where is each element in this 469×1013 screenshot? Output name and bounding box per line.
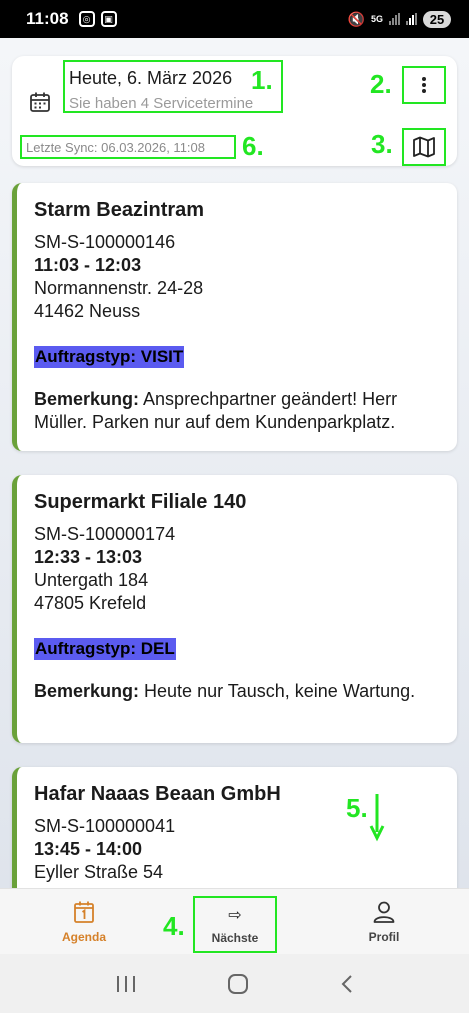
remark-label: Bemerkung: xyxy=(34,389,140,409)
appointment-card[interactable]: Supermarkt Filiale 140 SM-S-100000174 12… xyxy=(12,475,457,743)
nav-profil[interactable]: Profil xyxy=(344,889,424,955)
date-title: Heute, 6. März 2026 xyxy=(69,68,233,88)
remark-text: Heute nur Tausch, keine Wartung. xyxy=(139,681,416,701)
notification-icon: ◎ xyxy=(78,11,95,27)
appointment-card[interactable]: Starm Beazintram SM-S-100000146 11:03 - … xyxy=(12,183,457,451)
calendar-day-icon xyxy=(74,901,94,923)
nav-profil-label: Profil xyxy=(368,930,400,944)
calendar-icon xyxy=(30,92,50,112)
header-card: Heute, 6. März 2026 Sie haben 4 Servicet… xyxy=(12,56,457,166)
remark: Bemerkung: Heute nur Tausch, keine Wartu… xyxy=(34,680,440,703)
address-street: Untergath 184 xyxy=(34,570,149,590)
map-icon xyxy=(413,136,435,158)
last-sync: Letzte Sync: 06.03.2026, 11:08 xyxy=(20,135,236,159)
more-menu-button[interactable] xyxy=(402,66,446,104)
appointment-time: 12:33 - 13:03 xyxy=(34,547,143,567)
annotation-4: 4. xyxy=(163,911,185,941)
arrow-right-icon: ⇨ xyxy=(228,906,242,924)
annotation-3: 3. xyxy=(371,129,393,159)
status-bar: 11:08 ◎ ▣ 🔇 5G 25 xyxy=(0,0,469,38)
order-type-badge: Auftragstyp: VISIT xyxy=(34,346,185,368)
address-street: Normannenstr. 24-28 xyxy=(34,278,204,298)
home-icon[interactable] xyxy=(227,973,249,995)
address-street: Eyller Straße 54 xyxy=(34,862,164,882)
nav-agenda-label: Agenda xyxy=(61,930,106,944)
user-icon xyxy=(373,901,395,923)
system-navigation xyxy=(0,954,469,1013)
bottom-navigation: Agenda 4. ⇨ Nächste Profil xyxy=(0,888,469,954)
remark: Bemerkung: Ansprechpartner geändert! Her… xyxy=(34,388,440,434)
address-city: 41462 Neuss xyxy=(34,301,141,321)
nav-next-label: Nächste xyxy=(211,930,259,945)
date-summary: Heute, 6. März 2026 Sie haben 4 Servicet… xyxy=(63,60,283,113)
address-city: 47805 Krefeld xyxy=(34,593,147,613)
remark-label: Bemerkung: xyxy=(34,681,140,701)
nav-next[interactable]: ⇨ Nächste xyxy=(193,896,277,953)
status-icons-right: 🔇 5G 25 xyxy=(347,10,451,28)
more-vertical-icon xyxy=(422,77,426,93)
map-button[interactable] xyxy=(402,128,446,166)
recent-apps-icon[interactable] xyxy=(115,974,137,994)
main-content[interactable]: Heute, 6. März 2026 Sie haben 4 Servicet… xyxy=(0,38,469,888)
nav-agenda[interactable]: Agenda xyxy=(44,889,124,955)
order-id: SM-S-100000174 xyxy=(34,524,176,544)
annotation-6: 6. xyxy=(242,131,264,161)
order-type-badge: Auftragstyp: DEL xyxy=(34,638,176,660)
mute-icon: 🔇 xyxy=(347,10,365,27)
back-icon[interactable] xyxy=(340,974,354,994)
network-label: 5G xyxy=(370,13,383,24)
customer-name: Starm Beazintram xyxy=(34,199,205,221)
annotation-5: 5. xyxy=(346,793,368,823)
signal-icon xyxy=(389,13,400,25)
order-id: SM-S-100000146 xyxy=(34,232,176,252)
annotation-2: 2. xyxy=(370,69,392,99)
customer-name: Supermarkt Filiale 140 xyxy=(34,491,247,513)
status-icons-left: ◎ ▣ xyxy=(78,11,117,27)
scroll-down-arrow-icon xyxy=(369,794,385,842)
appointment-card[interactable]: Hafar Naaas Beaan GmbH SM-S-100000041 13… xyxy=(12,767,457,888)
battery-indicator: 25 xyxy=(423,10,451,28)
appointment-count: Sie haben 4 Servicetermine xyxy=(69,95,254,112)
signal-icon-2 xyxy=(406,13,417,25)
annotation-1: 1. xyxy=(251,65,273,95)
status-time: 11:08 xyxy=(26,9,69,28)
appointment-time: 11:03 - 12:03 xyxy=(34,255,142,275)
screenshot-icon: ▣ xyxy=(100,11,117,27)
